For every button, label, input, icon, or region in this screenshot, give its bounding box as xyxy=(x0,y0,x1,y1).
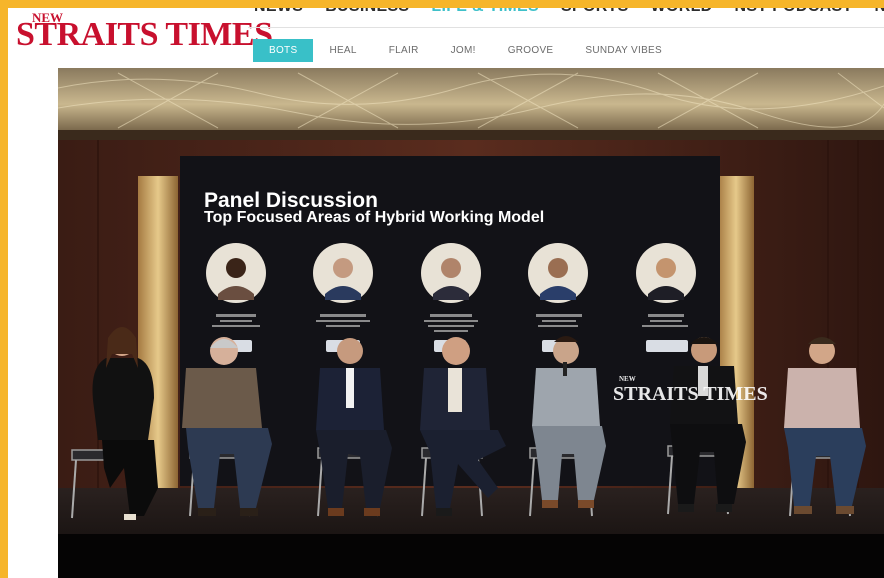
subnav-item-flair[interactable]: FLAIR xyxy=(373,39,435,62)
nav-item-world[interactable]: WORLD xyxy=(651,8,713,20)
subnav-item-groove[interactable]: GROOVE xyxy=(492,39,570,62)
photo-watermark: NEW STRAITS TIMES xyxy=(613,375,768,406)
subnav-item-sunday-vibes[interactable]: SUNDAY VIBES xyxy=(569,39,678,62)
nav-item-nst-podcast[interactable]: NST PODCAST xyxy=(735,8,853,20)
nav-item-sports[interactable]: SPORTS xyxy=(561,8,629,20)
screen-subtitle: Top Focused Areas of Hybrid Working Mode… xyxy=(204,209,545,226)
nav-item-life-and-times[interactable]: LIFE & TIMES xyxy=(431,8,539,20)
logo-name: STRAITS TIMES xyxy=(16,16,273,53)
article-photo[interactable]: Panel Discussion Top Focused Areas of Hy… xyxy=(58,68,884,578)
site-logo[interactable]: NEW STRAITS TIMES xyxy=(16,10,273,60)
watermark-new-label: NEW xyxy=(619,375,636,383)
subnav-item-jom[interactable]: JOM! xyxy=(435,39,492,62)
page: NEW STRAITS TIMES NEWS BUSINESS LIFE & T… xyxy=(8,8,884,578)
sub-nav: BOTS HEAL FLAIR JOM! GROOVE SUNDAY VIBES xyxy=(253,39,678,62)
nav-item-business[interactable]: BUSINESS xyxy=(325,8,409,20)
subnav-item-heal[interactable]: HEAL xyxy=(313,39,372,62)
nav-item-news[interactable]: NEWS xyxy=(254,8,303,20)
panel-discussion-photo xyxy=(58,68,884,578)
subnav-item-bots[interactable]: BOTS xyxy=(253,39,314,62)
nav-divider xyxy=(248,27,884,28)
watermark-name: STRAITS TIMES xyxy=(613,383,768,405)
nav-item-nst-tv[interactable]: NST TV xyxy=(875,8,884,20)
main-nav: NEWS BUSINESS LIFE & TIMES SPORTS WORLD … xyxy=(254,8,884,20)
